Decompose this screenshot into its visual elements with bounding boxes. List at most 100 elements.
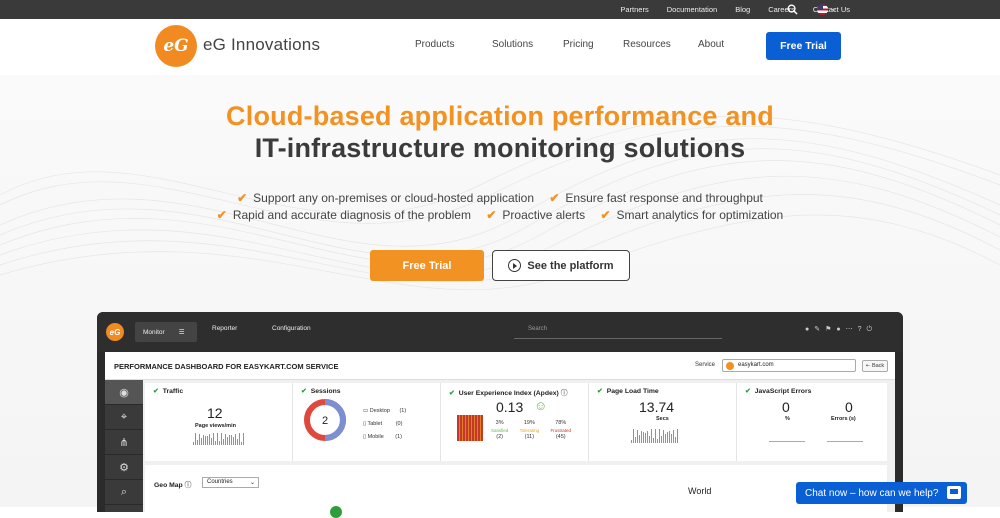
location-pin-icon[interactable]: ⌖ [105,405,143,430]
sparkline-bar [221,433,222,445]
dashboard-search-input[interactable]: Search [514,323,722,339]
chevron-down-icon[interactable]: ⌄ [830,3,838,14]
check-icon: ✔ [549,191,560,205]
feature-bullet: Proactive alerts [502,208,586,222]
sparkline-bar [219,441,220,445]
feature-bullets-row-1: ✔ Support any on-premises or cloud-hosted… [0,191,1000,205]
frustrated-count: (45) [555,434,566,440]
documentation-link[interactable]: Documentation [667,5,717,14]
js-errors-card[interactable]: ✔ JavaScript Errors 0 % 0 Errors (s) [737,383,887,461]
sparkline-bar [671,434,672,443]
apdex-card[interactable]: ✔ User Experience Index (Apdex) ⓘ 0.13 ☺ … [441,383,589,461]
sparkline-bar [215,441,216,445]
feature-bullet: Smart analytics for optimization [616,208,784,222]
geo-map-label: Geo Map ⓘ [154,479,191,489]
see-platform-button[interactable]: See the platform [492,250,630,281]
sparkline-bar [677,429,678,443]
apdex-heatmap [457,415,483,441]
desktop-count: (1) [399,408,407,414]
sparkline-bar [631,440,632,443]
us-flag-icon[interactable] [817,4,828,15]
apdex-breakdown: 3% Satisfied (2) 19% Tolerating (11) 78% Frus… [491,420,571,441]
top-utility-bar: Partners Documentation Blog Careers Cont… [0,0,1000,19]
brand-name[interactable]: eG Innovations [203,35,320,55]
analytics-icon[interactable]: ⌕ [105,480,143,505]
service-select[interactable]: easykart.com [722,359,856,372]
map-marker-icon[interactable] [330,506,342,518]
service-value: easykart.com [738,362,774,368]
topology-icon[interactable]: ⋔ [105,430,143,455]
sessions-breakdown: ▭ Desktop (1) ▯ Tablet (0) ▯ Mobile (1) [363,405,406,444]
play-icon [508,259,522,272]
eye-icon[interactable]: ◉ [105,380,143,405]
nav-about[interactable]: About [698,39,724,50]
sparkline-bar [639,435,640,443]
feature-bullet: Support any on-premises or cloud-hosted … [253,191,534,205]
main-header: eG eG Innovations Products Solutions Pri… [0,19,1000,75]
sessions-title: Sessions [310,388,341,395]
mobile-icon: ▯ [363,434,367,440]
sessions-card[interactable]: ✔ Sessions 2 ▭ Desktop (1) ▯ Tablet (0) ▯… [293,383,441,461]
js-errors-pct-value: 0 [782,399,790,415]
page-load-title: Page Load Time [606,388,659,395]
search-icon[interactable] [787,4,798,15]
dashboard-toolbar: eG Monitor ☰ Reporter Configuration Searc… [97,312,903,352]
check-icon: ✔ [597,388,603,395]
dashboard-toolbar-icons[interactable]: ●✎⚑●⋯?⏻ [805,325,877,334]
sparkline-bar [231,435,232,445]
partners-link[interactable]: Partners [620,5,648,14]
back-button[interactable]: ⇠ Back [862,360,888,372]
page-load-unit: Secs [656,416,669,422]
chat-button[interactable]: Chat now – how can we help? [796,482,967,504]
tab-configuration[interactable]: Configuration [272,325,311,332]
nav-products[interactable]: Products [415,39,492,50]
traffic-card[interactable]: ✔ Traffic 12 Page views/min [145,383,293,461]
header-free-trial-button[interactable]: Free Trial [766,32,841,60]
blog-link[interactable]: Blog [735,5,750,14]
js-errors-count-value: 0 [845,399,853,415]
sparkline-bar [195,433,196,445]
sparkline-bar [651,429,652,443]
sparkline-bar [645,433,646,443]
sparkline-bar [669,431,670,443]
js-errors-count-unit: Errors (s) [831,416,856,422]
apdex-title: User Experience Index (Apdex) [458,390,559,397]
hero-free-trial-button[interactable]: Free Trial [370,250,484,281]
service-label: Service [695,362,716,368]
countries-select[interactable]: Countries ⌄ [202,477,259,488]
geo-map-title: Geo Map [154,482,183,489]
eg-logo-icon[interactable]: eG [155,25,197,67]
sparkline-bar [635,437,636,443]
sparkline-bar [223,439,224,445]
sparkline-bar [661,436,662,443]
sparkline-bar [657,439,658,443]
chat-icon [947,486,961,499]
metrics-row: ✔ Traffic 12 Page views/min ✔ Sessions 2 ▭… [145,383,887,461]
page-load-value: 13.74 [639,399,675,415]
sessions-value: 2 [322,415,328,427]
tolerating-count: (11) [524,434,535,440]
sparkline-bar [207,436,208,445]
sparkline-bar [673,430,674,443]
check-icon: ✔ [745,388,751,395]
tab-reporter[interactable]: Reporter [212,325,237,332]
page-load-card[interactable]: ✔ Page Load Time 13.74 Secs [589,383,737,461]
info-icon[interactable]: ⓘ [561,390,568,397]
hero-title-line-2: IT-infrastructure monitoring solutions [254,133,746,163]
nav-solutions[interactable]: Solutions [492,39,563,50]
js-errors-pct-line [769,441,805,442]
nav-resources[interactable]: Resources [623,39,698,50]
sparkline-bar [229,435,230,445]
check-icon: ✔ [486,208,497,222]
help-icon[interactable]: ⓘ [185,482,192,489]
satisfied-label: Satisfied [491,428,509,433]
feature-bullet: Ensure fast response and throughput [565,191,763,205]
sparkline-bar [647,431,648,443]
traffic-value: 12 [207,405,223,421]
feature-bullet: Rapid and accurate diagnosis of the prob… [232,208,471,222]
nav-pricing[interactable]: Pricing [563,39,623,50]
tab-monitor[interactable]: Monitor ☰ [135,322,197,342]
settings-icon[interactable]: ⚙ [105,455,143,480]
check-icon: ✔ [301,388,307,395]
satisfied-pct: 3% [495,420,504,426]
